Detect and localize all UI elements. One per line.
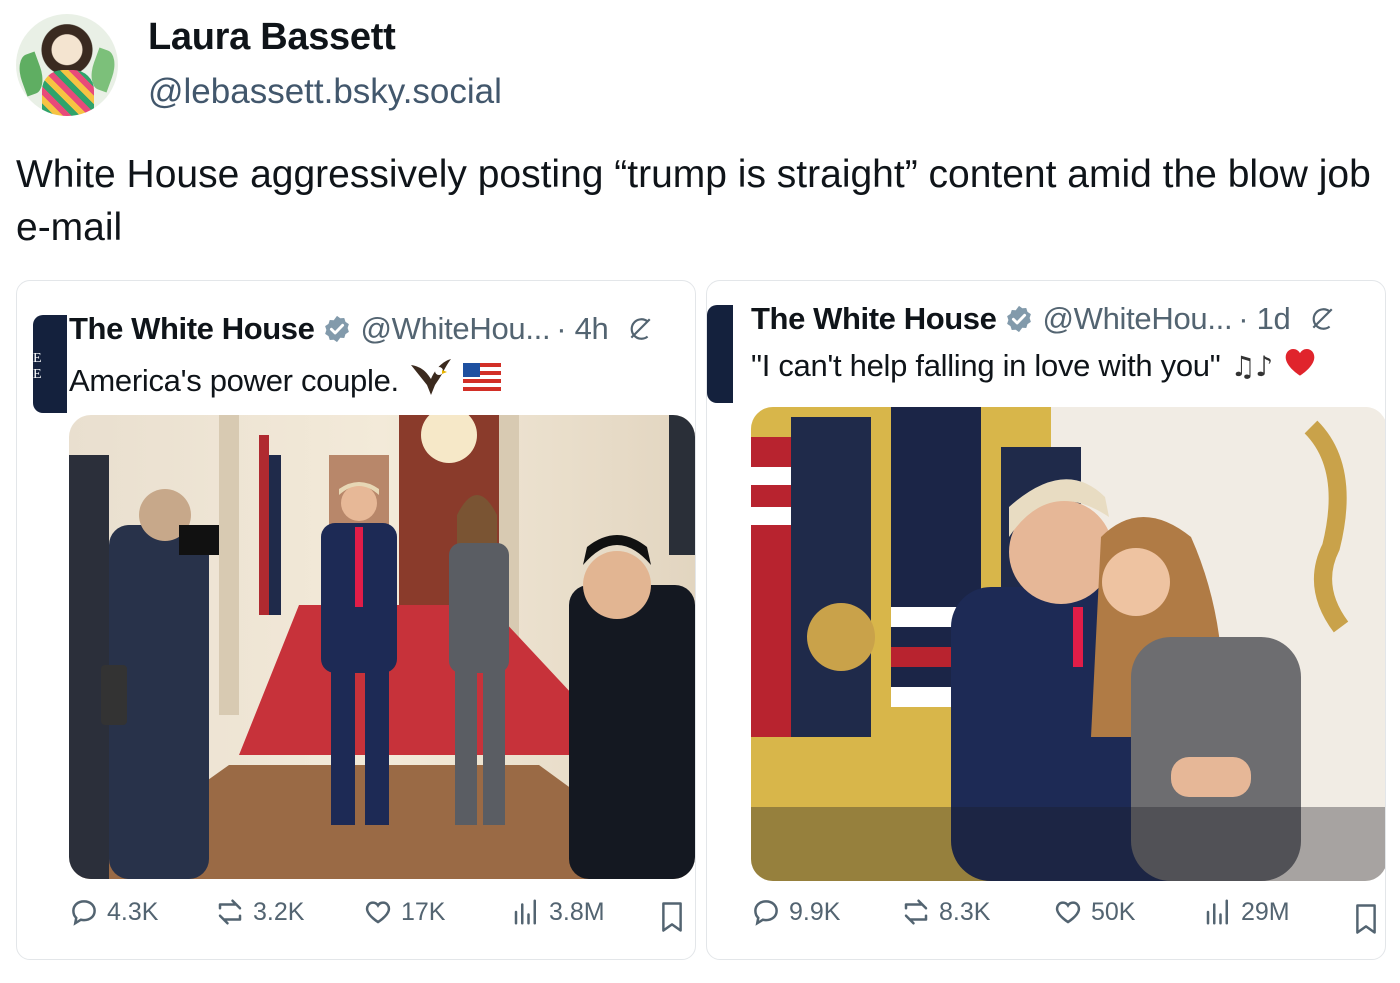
reply-count: 4.3K <box>107 897 159 926</box>
reply-icon <box>72 900 96 926</box>
repost-count: 8.3K <box>939 897 991 926</box>
tweet-handle: @WhiteHou... <box>1042 301 1233 336</box>
heart-icon <box>365 901 391 924</box>
author-name[interactable]: Laura Bassett <box>148 14 502 60</box>
side-tab: EE <box>33 315 67 413</box>
author-handle[interactable]: @lebassett.bsky.social <box>148 68 502 116</box>
reply-count: 9.9K <box>789 897 841 926</box>
tweet-header: The White House @WhiteHou... · 4h <box>69 311 653 347</box>
views-button[interactable]: 29M <box>1203 897 1290 927</box>
post-author[interactable]: Laura Bassett @lebassett.bsky.social <box>16 14 502 116</box>
view-count: 3.8M <box>549 897 605 926</box>
hallway-photo <box>69 415 695 879</box>
red-heart-icon <box>1283 347 1317 385</box>
like-button[interactable]: 17K <box>363 897 445 927</box>
eagle-icon <box>409 357 453 405</box>
tweet-time: · 1d <box>1238 301 1291 336</box>
grok-icon <box>630 318 651 340</box>
like-count: 17K <box>401 897 446 926</box>
tweet-actions: 9.9K 8.3K 50K 29M <box>707 897 1385 940</box>
bookmark-icon <box>662 902 682 932</box>
music-notes-icon: ♫♪ <box>1230 349 1273 383</box>
bookmark-button[interactable] <box>657 901 687 938</box>
repost-button[interactable]: 3.2K <box>215 897 304 927</box>
repost-button[interactable]: 8.3K <box>901 897 990 927</box>
bookmark-button[interactable] <box>1351 903 1381 940</box>
post-text: White House aggressively posting “trump … <box>16 153 1371 249</box>
tweet-time: · 4h <box>556 311 609 346</box>
kiss-photo <box>751 407 1385 881</box>
tweet-author-name: The White House <box>69 311 315 346</box>
embedded-tweet-image[interactable]: EE The White House @WhiteHou... · 4h Ame… <box>16 280 696 960</box>
repost-icon <box>904 899 928 925</box>
tweet-handle: @WhiteHou... <box>360 311 551 346</box>
tweet-text: "I can't help falling in love with you" … <box>751 347 1317 385</box>
tweet-author-name: The White House <box>751 301 997 336</box>
reply-button[interactable]: 4.3K <box>69 897 158 927</box>
tweet-actions: 4.3K 3.2K 17K 3.8M <box>17 897 695 938</box>
tweet-text-content: "I can't help falling in love with you" <box>751 348 1221 383</box>
tweet-header: The White House @WhiteHou... · 1d <box>751 301 1335 337</box>
views-button[interactable]: 3.8M <box>511 897 605 927</box>
views-icon <box>1206 899 1228 925</box>
verified-badge-icon <box>325 315 350 343</box>
grok-icon <box>1312 308 1333 330</box>
side-tab <box>707 305 733 403</box>
like-button[interactable]: 50K <box>1053 897 1135 927</box>
bookmark-icon <box>1356 904 1376 934</box>
tweet-text-content: America's power couple. <box>69 363 399 398</box>
us-flag-icon <box>462 363 501 399</box>
views-icon <box>514 899 536 925</box>
avatar[interactable] <box>16 14 118 116</box>
reply-button[interactable]: 9.9K <box>751 897 840 927</box>
like-count: 50K <box>1091 897 1136 926</box>
view-count: 29M <box>1241 897 1290 926</box>
tweet-photo[interactable] <box>751 407 1385 881</box>
tweet-photo[interactable] <box>69 415 695 879</box>
repost-count: 3.2K <box>253 897 305 926</box>
avatar-figure <box>42 70 94 116</box>
verified-badge-icon <box>1007 305 1032 333</box>
heart-icon <box>1055 901 1081 924</box>
tweet-text: America's power couple. <box>69 357 501 405</box>
reply-icon <box>754 900 778 926</box>
embedded-tweet-image[interactable]: The White House @WhiteHou... · 1d "I can… <box>706 280 1386 960</box>
repost-icon <box>218 899 242 925</box>
